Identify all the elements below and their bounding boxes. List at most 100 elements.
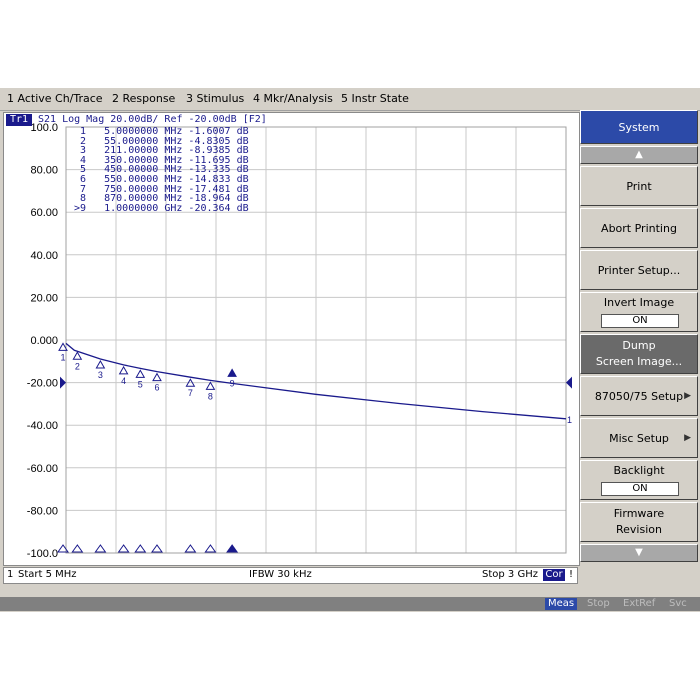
channel-number: 1 [7,569,14,580]
indicator-meas: Meas [545,598,578,610]
y-tick-label: -40.00 [27,420,58,432]
invert-image-label: Invert Image [603,296,675,309]
analyzer-screen: 1 Active Ch/Trace 2 Response 3 Stimulus … [0,88,700,612]
firmware-label-line1: Firmware [613,507,665,520]
y-tick-label: 0.000 [30,335,58,347]
stimulus-marker [184,544,197,553]
marker-triangle [152,372,162,382]
trace-end-label: 1 [567,415,572,425]
dump-screen-image-button[interactable]: Dump Screen Image... [580,334,698,374]
stop-frequency[interactable]: Stop 3 GHz [482,569,538,580]
stimulus-marker [134,544,147,553]
firmware-label-line2: Revision [616,523,662,536]
y-tick-label: 40.00 [30,250,58,262]
up-arrow-icon: ▲ [635,149,643,160]
down-arrow-icon: ▼ [635,547,643,558]
submenu-arrow-icon: ▶ [684,391,691,401]
softkey-scroll-down-button[interactable]: ▼ [580,544,698,562]
print-label: Print [626,180,652,193]
stimulus-marker [71,544,84,553]
invert-image-state: ON [601,314,679,328]
firmware-revision-button[interactable]: Firmware Revision [580,502,698,542]
menu-response[interactable]: 2 Response [112,92,175,105]
stimulus-marker [226,544,239,553]
print-button[interactable]: Print [580,166,698,206]
submenu-arrow-icon: ▶ [684,433,691,443]
start-frequency[interactable]: Start 5 MHz [18,569,77,580]
printer-setup-button[interactable]: Printer Setup... [580,250,698,290]
abort-printing-label: Abort Printing [601,222,677,235]
misc-setup-label: Misc Setup [609,432,669,445]
setup-87050-75-button[interactable]: 87050/75 Setup ▶ [580,376,698,416]
y-tick-label: 20.00 [30,292,58,304]
ifbw-value[interactable]: IFBW 30 kHz [249,569,312,580]
y-tick-labels: 100.080.0060.0040.0020.000.000-20.00-40.… [27,122,58,560]
marker-label: 2 [75,361,80,371]
dump-label-line1: Dump [622,339,656,352]
plot-panel[interactable]: 100.0 80.00 60.00 40.00 20.00 0.000 -20.00 -40.… [3,112,580,566]
softkey-title-label: System [618,121,660,134]
menu-bar: 1 Active Ch/Trace 2 Response 3 Stimulus … [0,88,700,111]
indicator-row: Meas Stop ExtRef Svc [0,597,700,611]
menu-active-ch-trace[interactable]: 1 Active Ch/Trace [7,92,103,105]
marker-triangle [95,360,106,369]
reference-pointer-left [60,376,66,389]
marker-triangle [118,365,129,375]
marker-label: 6 [154,383,159,393]
marker-label: 8 [208,391,213,401]
stimulus-marker [117,544,130,553]
marker-readout: 1 5.0000000 MHz -1.6007 dB 2 55.000000 M… [74,127,249,214]
menu-stimulus[interactable]: 3 Stimulus [186,92,244,105]
softkey-panel: System ▲ Print Abort Printing Printer Se… [580,110,698,580]
y-tick-label: -60.00 [27,463,58,475]
y-tick-label: 80.00 [30,165,58,177]
trace-header: Tr1 S21 Log Mag 20.00dB/ Ref -20.00dB [F… [4,113,579,127]
stimulus-marker-layer [57,544,239,553]
marker-id: >9 [74,202,87,214]
trace-badge[interactable]: Tr1 [6,114,32,126]
marker-label: 7 [188,388,193,398]
y-tick-label: -80.00 [27,505,58,517]
y-tick-label: -100.0 [27,548,58,560]
marker-label: 4 [121,376,126,386]
dump-label-line2: Screen Image... [595,355,683,368]
marker-frequency: 1.0000000 GHz [104,202,183,214]
abort-printing-button[interactable]: Abort Printing [580,208,698,248]
indicator-extref: ExtRef [623,598,656,609]
backlight-label: Backlight [613,464,665,477]
reference-pointer-right [566,376,572,389]
softkey-scroll-up-button[interactable]: ▲ [580,146,698,164]
stimulus-marker [204,544,217,553]
menu-instr-state[interactable]: 5 Instr State [341,92,409,105]
menu-mkr-analysis[interactable]: 4 Mkr/Analysis [253,92,333,105]
trace-label: S21 Log Mag 20.00dB/ Ref -20.00dB [F2] [38,114,267,125]
marker-label: 9 [230,378,235,388]
y-tick-label: -20.00 [27,378,58,390]
stimulus-marker [94,544,107,553]
marker-triangle [72,351,83,360]
indicator-strip: Meas Stop ExtRef Svc [0,585,700,612]
marker-layer: 12 3 4 5 6 7 8 9 [58,342,237,401]
printer-setup-label: Printer Setup... [597,264,681,277]
stimulus-marker [151,544,163,553]
marker-value: -20.364 dB [188,202,249,214]
correction-badge: Cor [543,569,565,581]
y-tick-label: 60.00 [30,207,58,219]
misc-setup-button[interactable]: Misc Setup ▶ [580,418,698,458]
indicator-stop: Stop [587,598,610,609]
marker-label: 3 [98,370,103,380]
marker-row: >9 1.0000000 GHz -20.364 dB [74,202,249,214]
backlight-state: ON [601,482,679,496]
invert-image-button[interactable]: Invert Image ON [580,292,698,332]
backlight-button[interactable]: Backlight ON [580,460,698,500]
marker-label: 1 [60,352,65,362]
indicator-svc: Svc [669,598,687,609]
marker-triangle [205,381,216,390]
softkey-system-title: System [580,110,698,144]
status-bar: 1 Start 5 MHz IFBW 30 kHz Stop 3 GHz Cor… [3,567,578,584]
status-extra: ! [569,569,574,580]
marker-triangle [227,368,237,377]
marker-label: 5 [138,379,143,389]
marker-triangle [135,369,146,378]
setup-87050-75-label: 87050/75 Setup [594,390,684,403]
